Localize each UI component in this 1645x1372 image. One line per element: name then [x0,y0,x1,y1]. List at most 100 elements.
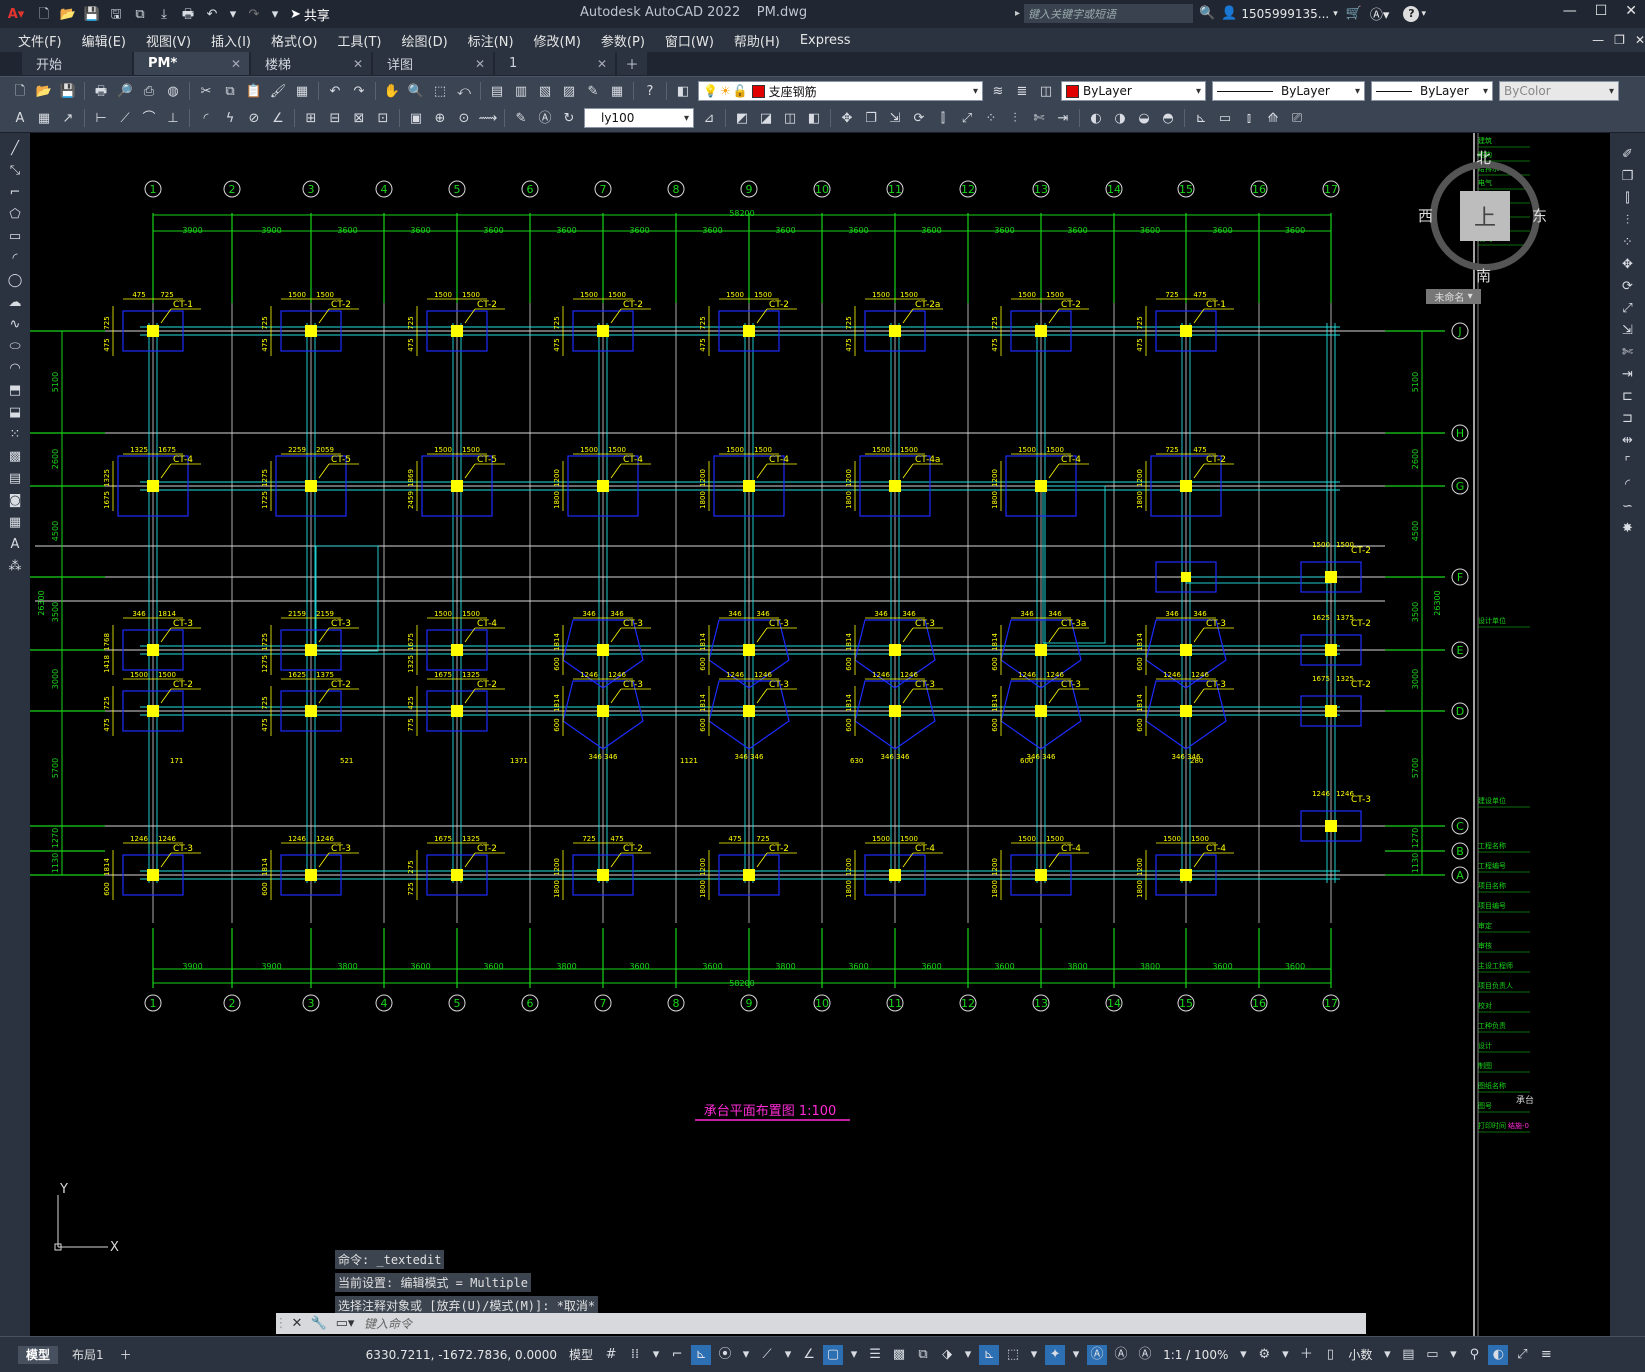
dimstyle-dropdown[interactable]: ly100 ▾ [584,108,694,128]
menu-express[interactable]: Express [790,33,861,48]
web-open-icon[interactable]: ⧉ [130,4,150,24]
autodesk-a360-icon[interactable]: Ⓐ▾ [1370,4,1390,23]
layer-thaw-icon[interactable]: ☀ [720,84,731,98]
tolerance-icon[interactable]: ▣ [406,108,426,128]
mirror-icon[interactable]: ⫿ [933,108,953,128]
tab-pm[interactable]: PM* ✕ [134,52,249,75]
selection-cycling-icon[interactable]: ⧉ [913,1345,933,1365]
move-icon[interactable]: ✥ [1617,254,1639,274]
make-block-icon[interactable]: ⬓ [4,402,26,422]
view-icon[interactable]: ▭ [1215,108,1235,128]
color-dropdown[interactable]: ByLayer ▾ [1061,81,1206,101]
new-file-icon[interactable]: 🗋 [34,4,54,24]
center-mark-icon[interactable]: ⊕ [430,108,450,128]
maximize-icon[interactable]: ☐ [1595,3,1608,19]
plot-icon[interactable]: 🖶 [91,81,111,101]
units-display[interactable]: 小数 [1342,1337,1378,1372]
mtext-icon[interactable]: A [4,534,26,554]
search-expand-icon[interactable]: ▸ [1015,8,1020,19]
minimize-icon[interactable]: — [1563,3,1577,19]
pan-icon[interactable]: ✋ [382,81,402,101]
trim-icon[interactable]: ✄ [1617,342,1639,362]
tool-palettes-icon[interactable]: ▧ [535,81,555,101]
arc-icon[interactable]: ◜ [4,248,26,268]
menu-parametric[interactable]: 参数(P) [591,31,655,50]
menu-file[interactable]: 文件(F) [8,31,72,50]
copy-object-icon[interactable]: ❐ [861,108,881,128]
table-icon[interactable]: ▦ [4,512,26,532]
jogged-dim-icon[interactable]: ϟ [220,108,240,128]
make-current-layer-icon[interactable]: ≋ [988,81,1008,101]
ellipse-arc-icon[interactable]: ◠ [4,358,26,378]
baseline-dim-icon[interactable]: ⊟ [325,108,345,128]
construction-line-icon[interactable]: ⤡ [4,160,26,180]
coordinates-readout[interactable]: 6330.7211, -1672.7836, 0.0000 [360,1337,563,1372]
rotate-icon[interactable]: ⟳ [1617,276,1639,296]
doc-close-icon[interactable]: ✕ [1635,33,1645,47]
customize-icon[interactable]: 🔧 [308,1313,330,1334]
polyline-icon[interactable]: ⌐ [4,182,26,202]
save-icon[interactable]: 💾 [58,81,78,101]
isolate-objects-icon[interactable]: ⚲ [1464,1345,1484,1365]
scale-icon[interactable]: ⤢ [1617,298,1639,318]
app-menu-button[interactable]: A▾ [2,4,30,24]
selection-filter-icon[interactable]: ⬚ [1003,1345,1023,1365]
web-save-icon[interactable]: ⤓ [154,4,174,24]
add-selected-icon[interactable]: ⁂ [4,556,26,576]
doc-minimize-icon[interactable]: — [1592,33,1604,47]
search-icon[interactable]: 🔍 [1199,6,1215,21]
diameter-dim-icon[interactable]: ⊘ [244,108,264,128]
cut-icon[interactable]: ✂ [196,81,216,101]
erase-icon[interactable]: ✐ [1617,144,1639,164]
viewcube-west[interactable]: 西 [1418,205,1433,226]
annotation-monitor-icon[interactable]: ＋ [1296,1345,1316,1365]
viewcube-north[interactable]: 北 [1476,147,1491,168]
line-icon[interactable]: ╱ [4,138,26,158]
multileader-style-icon[interactable]: ↗ [58,108,78,128]
rotate-icon[interactable]: ⟳ [909,108,929,128]
array-icon[interactable]: ⁘ [1617,232,1639,252]
user-icon[interactable]: 👤 [1221,6,1237,21]
ordinate-dim-icon[interactable]: ⊥ [163,108,183,128]
3d-wedge-icon[interactable]: ◪ [756,108,776,128]
save-as-icon[interactable]: 🖫 [106,4,126,24]
3d-osnap-icon[interactable]: ⬗ [937,1345,957,1365]
break-at-point-icon[interactable]: ⊐ [1617,408,1639,428]
linear-dim-icon[interactable]: ⊢ [91,108,111,128]
cad-drawing[interactable]: 5820058200390039003900390036003800360036… [30,133,1610,1336]
isodraft-icon[interactable]: ⟋ [757,1345,777,1365]
plot-icon[interactable]: 🖶 [178,4,198,24]
break-icon[interactable]: ⊏ [1617,386,1639,406]
layer-previous-icon[interactable]: ≣ [1012,81,1032,101]
lineweight-icon[interactable]: ☰ [865,1345,885,1365]
close-tab-icon[interactable]: ✕ [597,57,607,71]
snap-dropdown-icon[interactable]: ▾ [649,1345,663,1365]
infer-constraints-icon[interactable]: ⌐ [667,1345,687,1365]
lock-ui-icon[interactable]: ▭ [1422,1345,1442,1365]
properties-icon[interactable]: ▤ [487,81,507,101]
units-dropdown-icon[interactable]: ▾ [1380,1345,1394,1365]
layer-dropdown[interactable]: 💡 ☀ 🔓 支座钢筋 ▾ [698,81,983,101]
sheet-set-icon[interactable]: ▨ [559,81,579,101]
zoom-realtime-icon[interactable]: 🔍 [406,81,426,101]
gizmo-icon[interactable]: ✦ [1045,1344,1066,1365]
help-icon[interactable]: ? [640,81,660,101]
trim-icon[interactable]: ✄ [1029,108,1049,128]
clean-screen-icon[interactable]: ⤢ [1512,1345,1532,1365]
workspace-icon[interactable]: ⚙ [1254,1345,1274,1365]
filter-dropdown-icon[interactable]: ▾ [1027,1345,1041,1365]
layer-lock-icon[interactable]: 🔓 [733,84,748,98]
open-icon[interactable]: 📂 [34,81,54,101]
fly-icon[interactable]: ⟰ [1263,108,1283,128]
stretch-icon[interactable]: ⇲ [1617,320,1639,340]
dim-space-icon[interactable]: ⊡ [373,108,393,128]
ortho-icon[interactable]: ⊾ [691,1344,712,1365]
extend-icon[interactable]: ⇥ [1053,108,1073,128]
open-file-icon[interactable]: 📂 [58,4,78,24]
menu-tools[interactable]: 工具(T) [327,31,391,50]
copy-icon[interactable]: ⧉ [220,81,240,101]
new-icon[interactable]: 🗋 [10,81,30,101]
copy-icon[interactable]: ❐ [1617,166,1639,186]
workspace-dropdown-icon[interactable]: ▾ [1278,1345,1292,1365]
object-snap-tracking-icon[interactable]: ∠ [799,1345,819,1365]
